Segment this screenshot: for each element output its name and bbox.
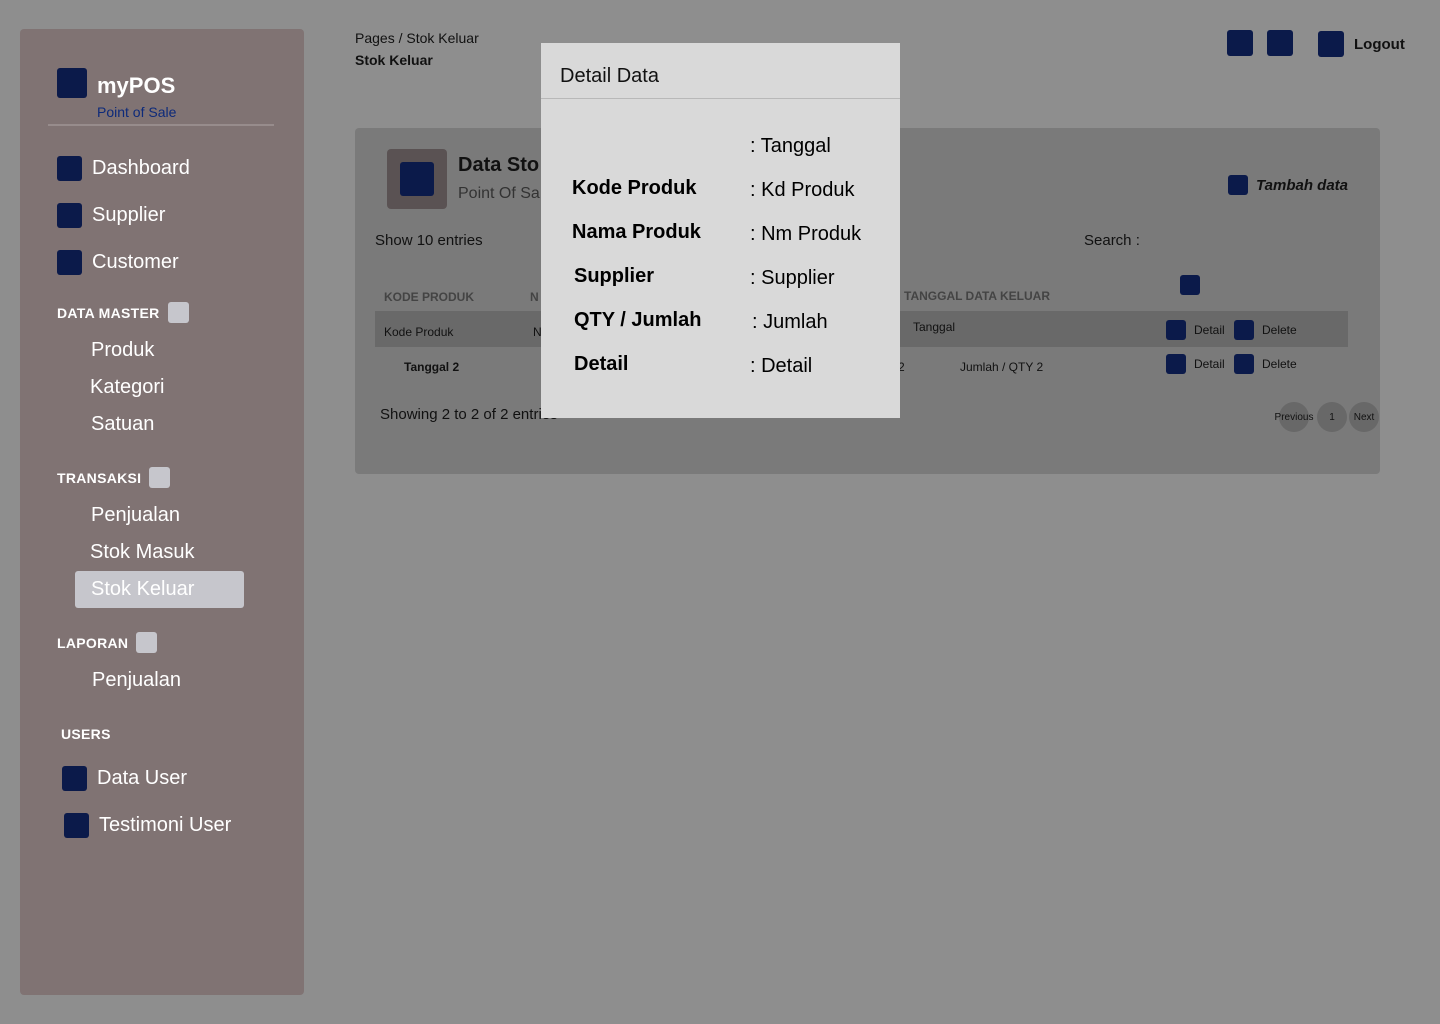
sidebar-item-label: Data User	[97, 767, 188, 789]
pagination-previous[interactable]: Previous	[1275, 402, 1313, 432]
modal-label-detail: Detail	[574, 353, 629, 375]
delete-icon	[1234, 320, 1254, 340]
brand-logo-icon	[57, 68, 87, 98]
detail-label: Detail	[1194, 357, 1225, 371]
modal-value-detail: : Detail	[750, 355, 813, 377]
sidebar-item-stok-keluar[interactable]: Stok Keluar	[75, 571, 244, 608]
section-laporan[interactable]: LAPORAN	[57, 632, 158, 653]
detail-label: Detail	[1194, 323, 1225, 337]
sidebar-item-supplier[interactable]: Supplier	[57, 203, 165, 228]
data-master-toggle-icon	[167, 302, 189, 323]
user-icon	[62, 766, 87, 791]
logout-label: Logout	[1354, 35, 1405, 53]
detail-icon	[1166, 320, 1186, 340]
detail-button[interactable]: Detail	[1166, 320, 1225, 340]
laporan-toggle-icon	[136, 632, 158, 653]
sidebar-item-laporan-penjualan[interactable]: Penjualan	[92, 669, 181, 692]
pagination-next[interactable]: Next	[1349, 402, 1379, 432]
sidebar-item-label: Testimoni User	[99, 814, 232, 836]
add-data-button[interactable]: Tambah data	[1228, 175, 1348, 195]
delete-icon	[1234, 354, 1254, 374]
table-cell-tanggal: Tanggal	[913, 320, 956, 334]
modal-value-nama-produk: : Nm Produk	[750, 223, 862, 245]
testimoni-icon	[64, 813, 89, 838]
table-cell-jumlah: Jumlah / QTY 2	[960, 360, 1044, 374]
sidebar-item-label: Supplier	[92, 204, 166, 226]
card-logo	[387, 149, 447, 209]
sidebar-item-customer[interactable]: Customer	[57, 250, 179, 275]
show-entries[interactable]: Show 10 entries	[375, 232, 483, 249]
section-users: USERS	[61, 726, 111, 742]
sidebar-item-satuan[interactable]: Satuan	[91, 413, 154, 436]
page-title: Stok Keluar	[355, 52, 433, 68]
modal-label-qty: QTY / Jumlah	[574, 309, 702, 331]
sidebar-item-testimoni-user[interactable]: Testimoni User	[64, 813, 231, 838]
sidebar-item-kategori[interactable]: Kategori	[90, 376, 165, 399]
sidebar-item-label: Customer	[92, 251, 179, 273]
section-title-label: LAPORAN	[57, 634, 129, 651]
modal-label-supplier: Supplier	[574, 265, 655, 287]
detail-button[interactable]: Detail	[1166, 354, 1225, 374]
add-data-label: Tambah data	[1256, 176, 1348, 194]
sidebar-item-dashboard[interactable]: Dashboard	[57, 156, 190, 181]
table-cell-kode: Tanggal 2	[404, 360, 460, 374]
column-header-tanggal-keluar: TANGGAL DATA KELUAR	[904, 289, 1050, 303]
brand-title: myPOS	[97, 73, 176, 98]
delete-label: Delete	[1262, 323, 1297, 337]
section-title-label: TRANSAKSI	[57, 469, 142, 486]
modal-value-qty: : Jumlah	[752, 311, 828, 333]
dashboard-icon	[57, 156, 82, 181]
transaksi-toggle-icon	[149, 467, 171, 488]
modal-value-tanggal: : Tanggal	[750, 135, 831, 157]
card-title: Data Sto	[458, 154, 540, 176]
add-icon	[1228, 175, 1249, 195]
detail-icon	[1166, 354, 1186, 374]
column-header-kode-produk: KODE PRODUK	[384, 290, 475, 304]
search-label: Search :	[1084, 232, 1140, 249]
section-title-label: DATA MASTER	[57, 304, 160, 321]
sidebar-item-stok-masuk[interactable]: Stok Masuk	[90, 541, 194, 564]
settings-icon[interactable]	[1227, 30, 1253, 56]
sidebar-item-penjualan[interactable]: Penjualan	[91, 504, 180, 527]
modal-label-kode-produk: Kode Produk	[572, 177, 697, 199]
section-data-master[interactable]: DATA MASTER	[57, 302, 189, 323]
section-transaksi[interactable]: TRANSAKSI	[57, 467, 171, 488]
table-cell-kode: Kode Produk	[384, 325, 454, 339]
sidebar-item-data-user[interactable]: Data User	[62, 766, 187, 791]
detail-modal: Detail Data : Tanggal Kode Produk : Kd P…	[541, 43, 900, 418]
pagination-page[interactable]: 1	[1317, 402, 1347, 432]
logout-icon	[1318, 31, 1344, 57]
sidebar-item-label: Dashboard	[92, 157, 190, 179]
modal-value-kode-produk: : Kd Produk	[750, 179, 855, 201]
delete-label: Delete	[1262, 357, 1297, 371]
delete-button[interactable]: Delete	[1234, 320, 1297, 340]
delete-button[interactable]: Delete	[1234, 354, 1297, 374]
modal-title: Detail Data	[560, 65, 659, 87]
brand-divider	[48, 124, 274, 126]
column-action-icon	[1180, 275, 1200, 295]
column-header-nama: N	[530, 290, 539, 304]
customer-icon	[57, 250, 82, 275]
logout-button[interactable]: Logout	[1318, 31, 1405, 57]
card-subtitle: Point Of Sa	[458, 185, 540, 202]
modal-label-nama-produk: Nama Produk	[572, 221, 701, 243]
brand-subtitle: Point of Sale	[97, 104, 177, 120]
modal-value-supplier: : Supplier	[750, 267, 835, 289]
sidebar: myPOS Point of Sale Dashboard Supplier C…	[20, 29, 304, 995]
notification-icon[interactable]	[1267, 30, 1293, 56]
showing-entries: Showing 2 to 2 of 2 entries	[380, 406, 558, 423]
supplier-icon	[57, 203, 82, 228]
card-logo-icon	[400, 162, 434, 196]
breadcrumb: Pages / Stok Keluar	[355, 30, 479, 46]
section-title-label: USERS	[61, 726, 111, 742]
modal-divider	[541, 98, 900, 99]
sidebar-item-produk[interactable]: Produk	[91, 339, 154, 362]
